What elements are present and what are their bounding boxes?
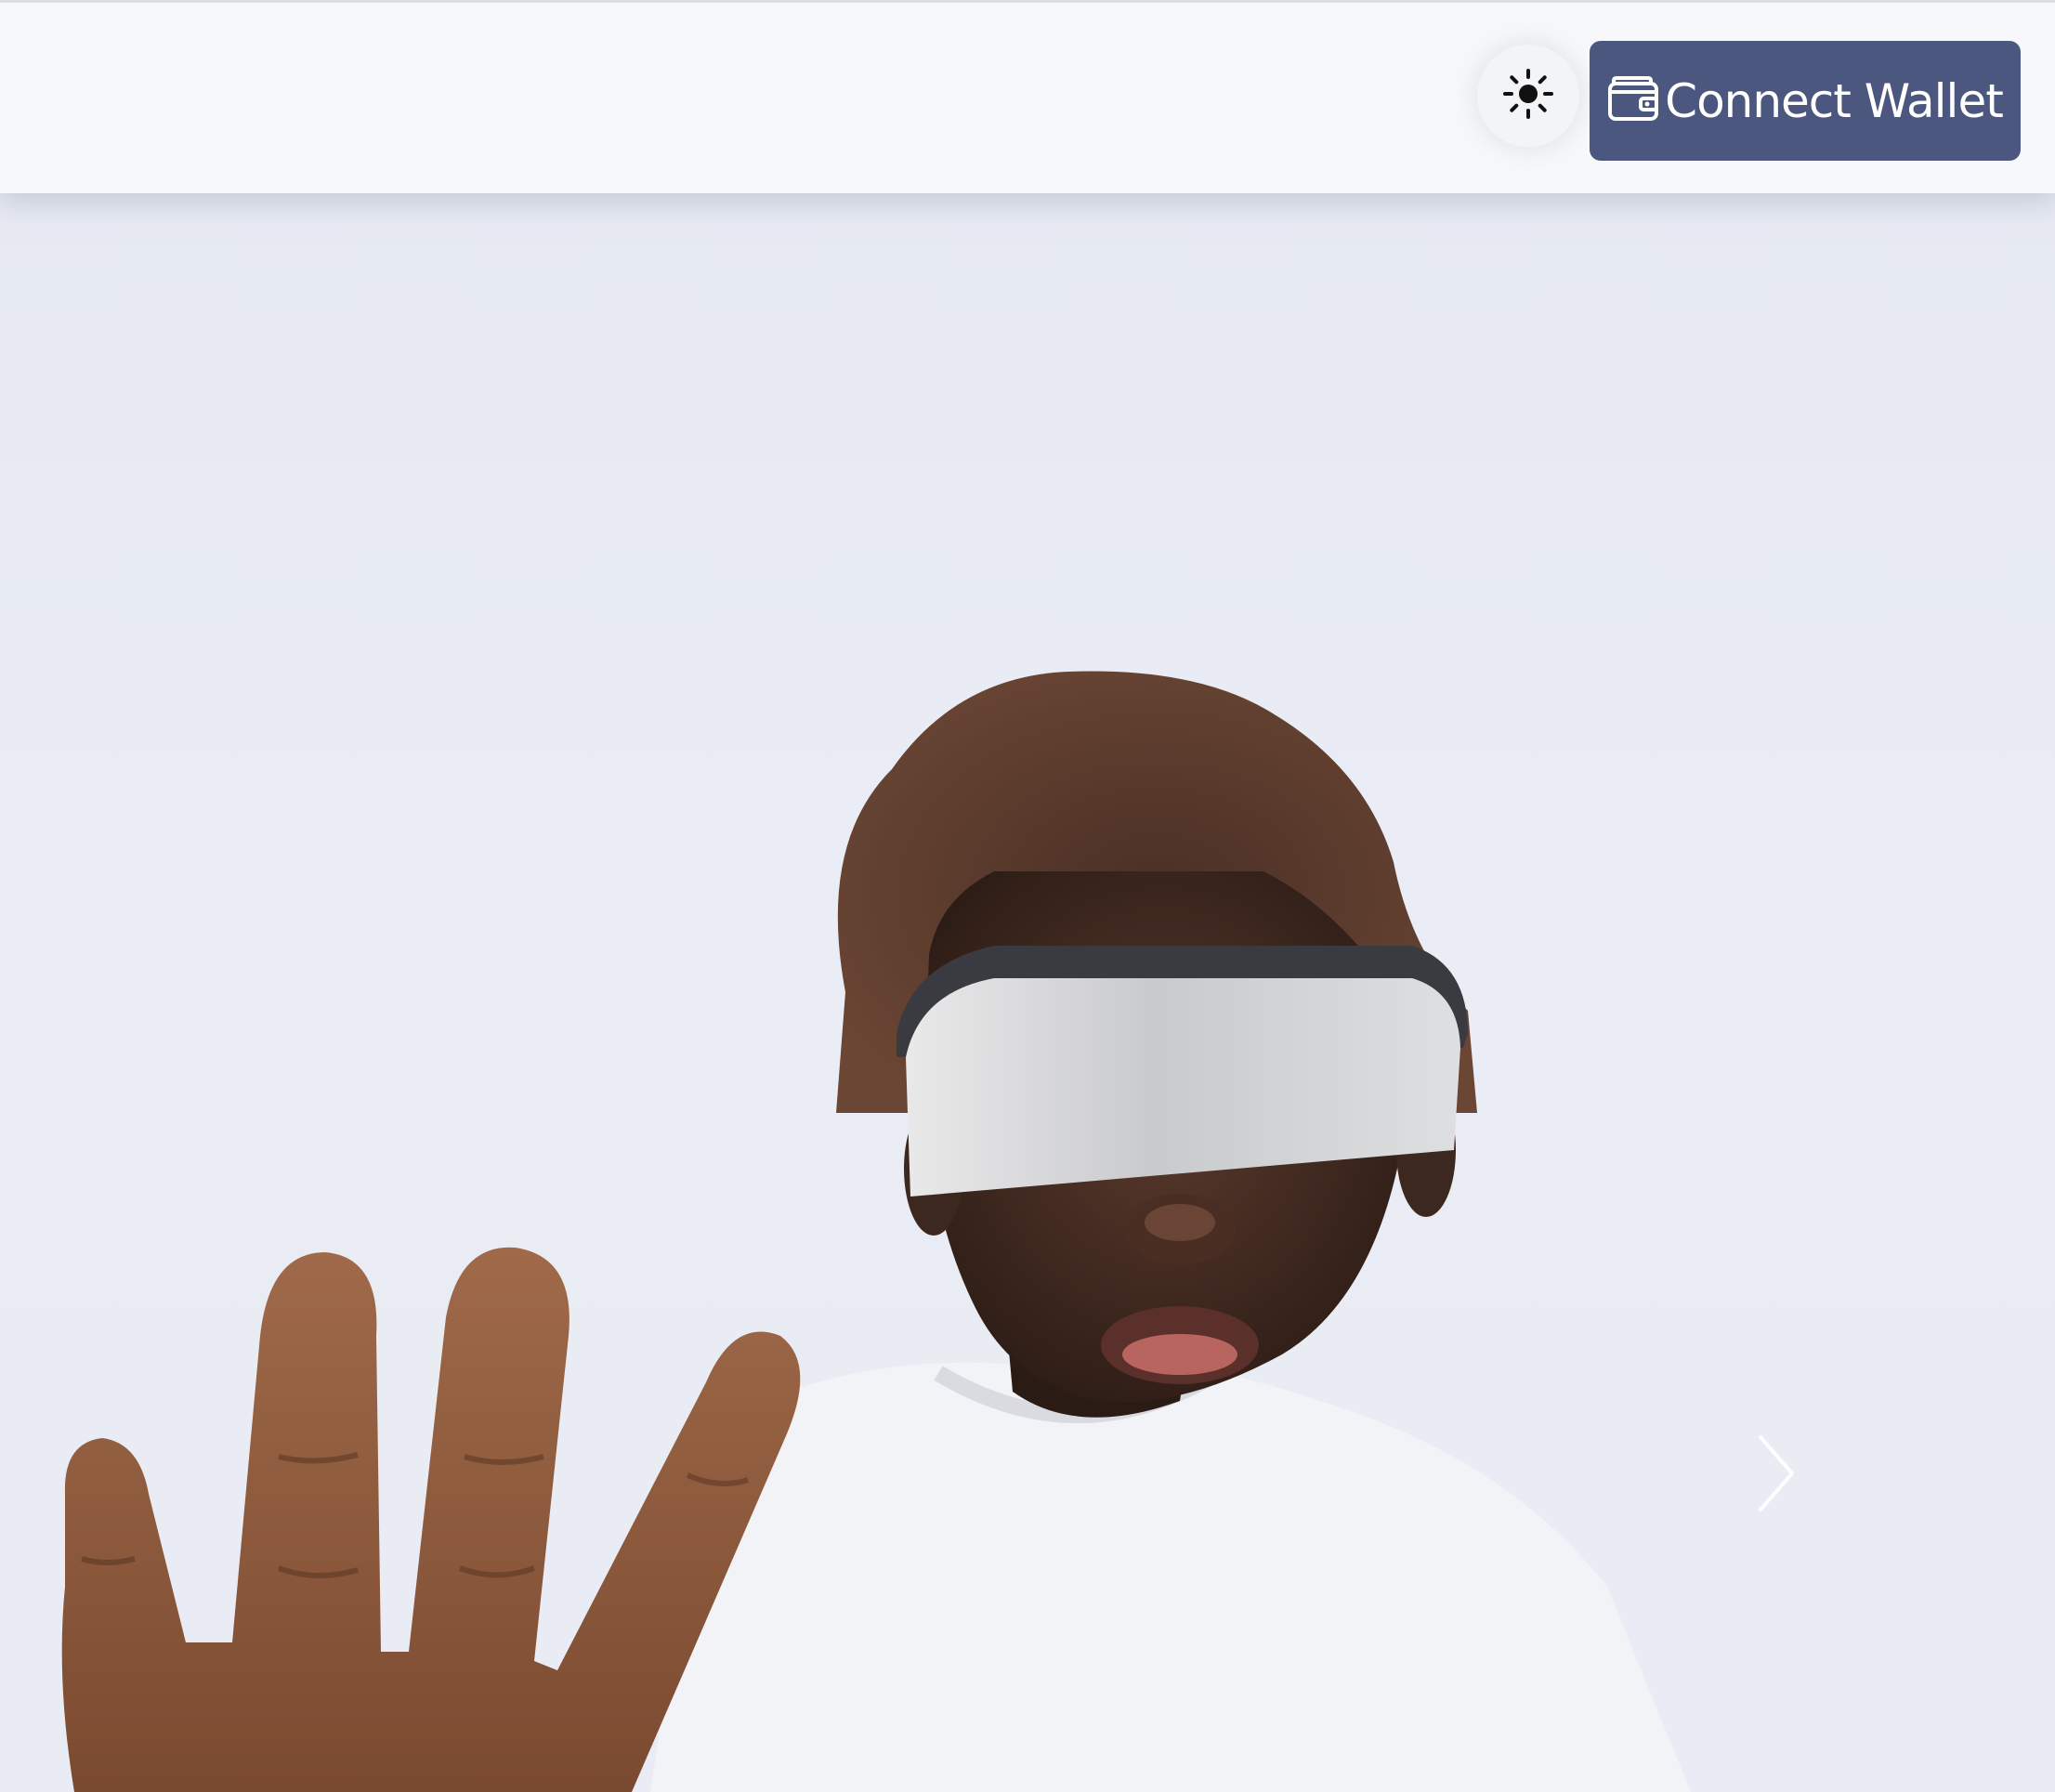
page: Connect Wallet xyxy=(0,0,2055,1792)
wallet-icon xyxy=(1607,75,1659,126)
connect-wallet-label: Connect Wallet xyxy=(1665,73,2004,128)
hero-image xyxy=(61,671,1691,1792)
top-header: Connect Wallet xyxy=(0,0,2055,193)
connect-wallet-button[interactable]: Connect Wallet xyxy=(1590,41,2021,161)
sun-icon xyxy=(1502,68,1554,124)
theme-toggle-button[interactable] xyxy=(1477,45,1579,147)
hero-carousel xyxy=(0,193,2055,1792)
chevron-right-icon xyxy=(1753,1432,1800,1519)
carousel-next-button[interactable] xyxy=(1739,1429,1813,1522)
